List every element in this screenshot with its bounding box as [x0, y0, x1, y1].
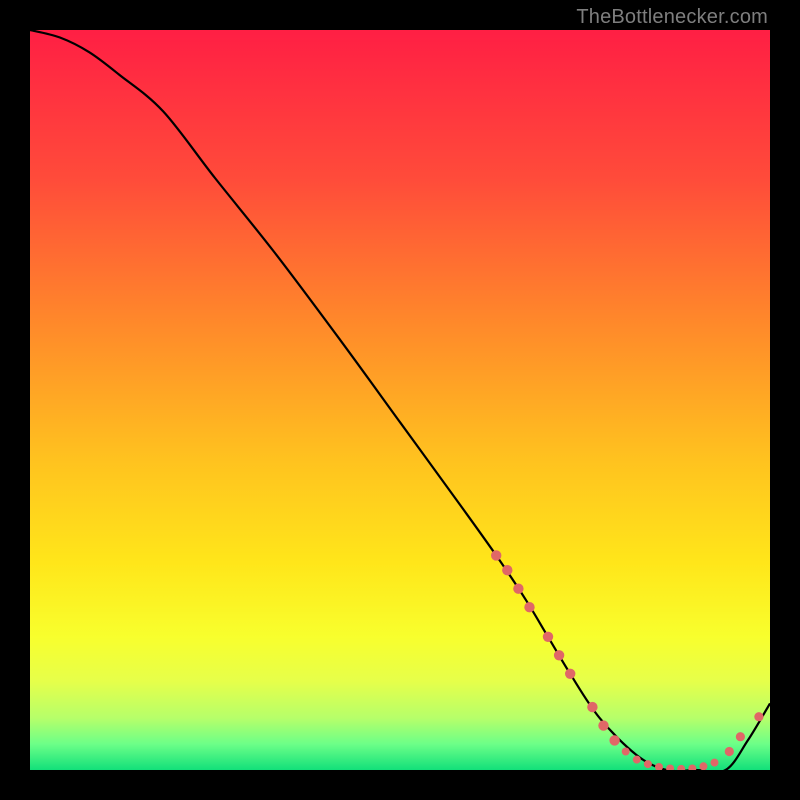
data-marker	[655, 763, 663, 770]
data-marker	[491, 550, 501, 560]
data-marker	[644, 760, 652, 768]
data-marker	[502, 565, 512, 575]
data-marker	[677, 765, 685, 770]
data-marker	[622, 748, 630, 756]
data-marker	[754, 712, 763, 721]
data-marker	[554, 650, 564, 660]
data-marker	[725, 747, 734, 756]
data-marker	[736, 732, 745, 741]
bottleneck-curve	[30, 30, 770, 770]
plot-area	[30, 30, 770, 770]
curve-markers	[491, 550, 764, 770]
data-marker	[543, 632, 553, 642]
data-marker	[688, 765, 696, 771]
data-marker	[666, 765, 674, 771]
chart-root: TheBottlenecker.com	[0, 0, 800, 800]
data-marker	[524, 602, 534, 612]
curve-layer	[30, 30, 770, 770]
data-marker	[598, 720, 608, 730]
data-marker	[633, 756, 641, 764]
data-marker	[609, 735, 619, 745]
data-marker	[587, 702, 597, 712]
attribution-label: TheBottlenecker.com	[576, 6, 768, 29]
data-marker	[565, 669, 575, 679]
data-marker	[711, 759, 719, 767]
data-marker	[699, 762, 707, 770]
data-marker	[513, 584, 523, 594]
